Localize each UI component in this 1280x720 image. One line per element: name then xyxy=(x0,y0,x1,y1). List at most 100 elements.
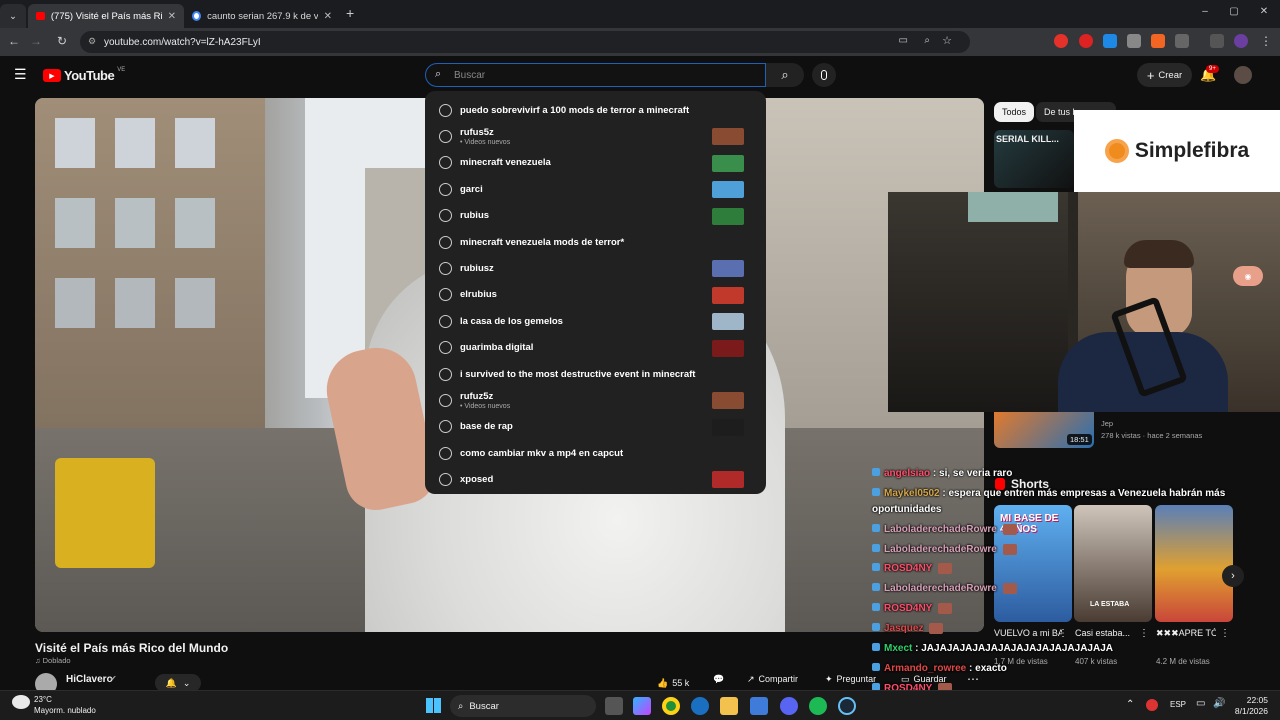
channel-name[interactable]: HiClavero xyxy=(66,674,113,685)
search-suggestion[interactable]: base de rap xyxy=(425,414,766,440)
search-suggestion[interactable]: rufus5z • Videos nuevos xyxy=(425,123,766,149)
reload-icon[interactable]: ↻ xyxy=(54,34,70,48)
like-count: 55 k xyxy=(672,678,690,688)
extension-red-icon[interactable] xyxy=(1054,34,1068,48)
share-button[interactable]: ↗ Compartir xyxy=(747,674,798,685)
language-indicator[interactable]: ESP xyxy=(1170,700,1186,709)
search-suggestion[interactable]: elrubius xyxy=(425,282,766,308)
plus-icon: + xyxy=(1146,67,1155,83)
suggestion-text: como cambiar mkv a mp4 en capcut xyxy=(460,447,624,459)
chat-separator: : xyxy=(939,488,949,499)
rec-channel[interactable]: Jep xyxy=(1101,419,1113,428)
search-suggestion[interactable]: la casa de los gemelos xyxy=(425,308,766,334)
chat-message: LaboladerechadeRowre xyxy=(872,583,1017,594)
youtube-favicon-icon xyxy=(36,12,45,20)
close-tab-icon[interactable]: ✕ xyxy=(168,11,176,22)
extension-stop-icon[interactable] xyxy=(1079,34,1093,48)
forward-arrow-icon[interactable]: → xyxy=(28,34,44,48)
extensions-puzzle-icon[interactable] xyxy=(1175,34,1189,48)
suggestion-thumbnail xyxy=(712,128,744,146)
thumb-down-icon: 💬 xyxy=(713,674,725,684)
suggestion-subtext: • Videos nuevos xyxy=(460,139,511,147)
antivirus-tray-icon[interactable] xyxy=(1146,699,1158,711)
tab-list-button[interactable]: ⌄ xyxy=(0,4,26,28)
back-arrow-icon[interactable]: ← xyxy=(6,34,22,48)
steam-icon[interactable] xyxy=(838,697,856,715)
windows-start-icon[interactable] xyxy=(426,698,441,713)
tab-google[interactable]: caunto serian 267.9 k de vistas ✕ xyxy=(184,4,340,28)
mail-icon[interactable] xyxy=(750,697,768,715)
suggestion-thumbnail xyxy=(712,207,744,225)
maximize-button[interactable]: ▢ xyxy=(1227,6,1241,17)
file-explorer-icon[interactable] xyxy=(720,697,738,715)
extension-translate-icon[interactable] xyxy=(1103,34,1117,48)
address-bar[interactable]: ⚙ youtube.com/watch?v=lZ-hA23FLyI ▭ ⌕ ☆ xyxy=(80,31,970,53)
search-input[interactable]: ⌕ Buscar xyxy=(425,63,766,87)
search-suggestion[interactable]: rubiusz xyxy=(425,255,766,281)
search-suggestion[interactable]: como cambiar mkv a mp4 en capcut xyxy=(425,440,766,466)
search-suggestion[interactable]: minecraft venezuela mods de terror* xyxy=(425,229,766,255)
search-suggestion[interactable]: puedo sobrevivirf a 100 mods de terror a… xyxy=(425,97,766,123)
history-icon xyxy=(439,209,452,223)
search-suggestion[interactable]: i survived to the most destructive event… xyxy=(425,361,766,387)
share-icon: ↗ xyxy=(747,674,755,684)
search-button[interactable]: ⌕ xyxy=(766,63,804,87)
new-tab-button[interactable]: + xyxy=(346,5,354,21)
dislike-button[interactable]: 💬 xyxy=(713,674,724,685)
profile-avatar-icon[interactable] xyxy=(1234,34,1248,48)
rec-thumbnail[interactable]: SERIAL KILL... xyxy=(994,130,1074,188)
discord-icon[interactable] xyxy=(780,697,798,715)
search-suggestion[interactable]: garci xyxy=(425,176,766,202)
site-info-icon[interactable]: ⚙ xyxy=(88,36,96,47)
close-tab-icon[interactable]: ✕ xyxy=(324,11,332,22)
task-view-icon[interactable] xyxy=(605,697,623,715)
minimize-button[interactable]: – xyxy=(1198,6,1212,17)
chrome-icon[interactable] xyxy=(662,697,680,715)
weather-temp[interactable]: 23°C xyxy=(34,695,52,704)
spotify-icon[interactable] xyxy=(809,697,827,715)
bookmark-star-icon[interactable]: ☆ xyxy=(942,34,952,47)
copilot-icon[interactable] xyxy=(633,697,651,715)
voice-search-button[interactable] xyxy=(812,63,836,87)
search-suggestion[interactable]: rufuz5z • Videos nuevos xyxy=(425,387,766,413)
clock-date[interactable]: 8/1/2026 xyxy=(1226,706,1268,716)
clock-time[interactable]: 22:05 xyxy=(1232,695,1268,705)
search-suggestion[interactable]: xposed xyxy=(425,466,766,492)
tab-youtube[interactable]: (775) Visité el País más Rico del ✕ xyxy=(28,4,184,28)
chat-message: LaboladerechadeRowre xyxy=(872,544,1017,555)
cast-icon[interactable]: ▭ xyxy=(899,35,908,46)
weather-desc[interactable]: Mayorm. nublado xyxy=(34,706,96,715)
suggestion-text: garci xyxy=(460,183,483,195)
media-control-icon[interactable] xyxy=(1210,34,1224,48)
search-suggestion[interactable]: guarimba digital xyxy=(425,335,766,361)
search-suggestion[interactable]: rubius xyxy=(425,203,766,229)
volume-icon[interactable]: 🔊 xyxy=(1213,698,1225,709)
edge-icon[interactable] xyxy=(691,697,709,715)
chat-badge-icon xyxy=(872,663,880,671)
tray-chevron-icon[interactable]: ⌃ xyxy=(1126,699,1134,710)
create-button[interactable]: + Crear xyxy=(1137,63,1192,87)
network-icon[interactable]: ▭ xyxy=(1196,698,1205,709)
streamer-webcam: ◉ xyxy=(888,192,1280,412)
youtube-logo[interactable]: ▶ YouTube VE xyxy=(43,67,125,83)
close-window-button[interactable]: ✕ xyxy=(1257,6,1271,17)
extension-box-icon[interactable] xyxy=(1127,34,1141,48)
share-label: Compartir xyxy=(758,674,799,684)
suggestion-thumbnail xyxy=(712,339,744,357)
chat-message: Mxect : JAJAJAJAJAJAJAJAJAJAJAJAJAJAJA xyxy=(872,643,1113,654)
account-avatar[interactable] xyxy=(1234,66,1252,84)
weather-icon[interactable] xyxy=(12,695,30,709)
chip-all[interactable]: Todos xyxy=(994,102,1035,122)
browser-menu-icon[interactable]: ⋮ xyxy=(1258,34,1274,48)
extension-fox-icon[interactable] xyxy=(1151,34,1165,48)
hamburger-menu-icon[interactable]: ☰ xyxy=(14,66,27,83)
chat-username: LaboladerechadeRowre xyxy=(884,524,997,536)
zoom-icon[interactable]: ⌕ xyxy=(924,35,930,46)
chevron-down-icon: ⌄ xyxy=(182,677,191,688)
chat-badge-icon xyxy=(872,603,880,612)
chat-text: oportunidades xyxy=(872,504,942,515)
ask-button[interactable]: ✦ Preguntar xyxy=(825,674,876,685)
search-suggestion[interactable]: minecraft venezuela xyxy=(425,150,766,176)
chat-badge-icon xyxy=(872,583,880,592)
taskbar-search[interactable]: ⌕ Buscar xyxy=(450,695,596,717)
